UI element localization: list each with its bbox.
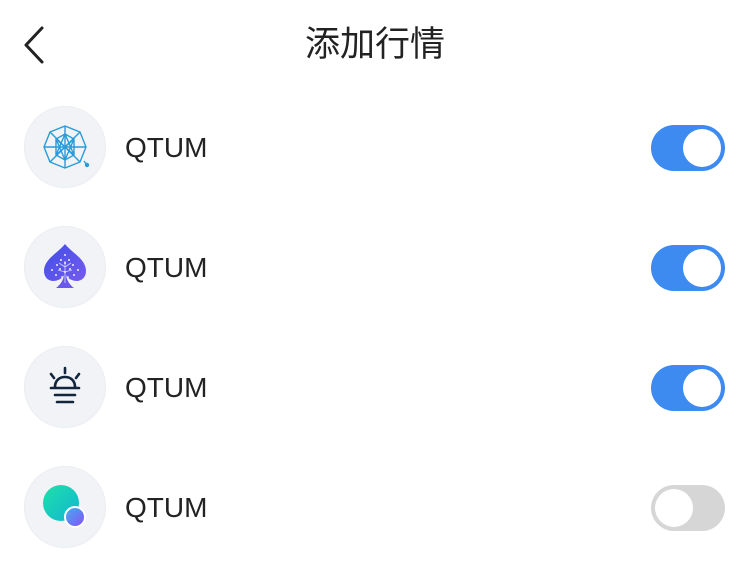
list-item: QTUM (0, 328, 750, 448)
coin-name: QTUM (125, 372, 208, 403)
coin-logo (24, 466, 106, 548)
coin-toggle[interactable] (651, 365, 725, 411)
coin-name: QTUM (125, 132, 208, 163)
list-item: QTUM (0, 88, 750, 208)
coin-toggle[interactable] (651, 125, 725, 171)
toggle-knob (683, 129, 721, 167)
coin-toggle[interactable] (651, 245, 725, 291)
coin-logo (24, 346, 106, 428)
lamp-icon (49, 366, 81, 404)
qtum-network-icon (43, 125, 90, 169)
coin-name: QTUM (125, 252, 208, 283)
list-item: QTUM (0, 448, 750, 568)
coin-logo (24, 226, 106, 308)
toggle-knob (683, 249, 721, 287)
coin-list: QTUM QTUM QTUM QTUM (0, 88, 750, 568)
page-title: 添加行情 (304, 25, 445, 65)
header: 添加行情 (0, 0, 750, 90)
coin-toggle[interactable] (651, 485, 725, 531)
spade-icon (44, 244, 86, 288)
list-item: QTUM (0, 208, 750, 328)
toggle-knob (683, 369, 721, 407)
gradient-circle-icon (43, 485, 86, 528)
coin-logo (24, 106, 106, 188)
coin-name: QTUM (125, 492, 208, 523)
toggle-knob (655, 489, 693, 527)
